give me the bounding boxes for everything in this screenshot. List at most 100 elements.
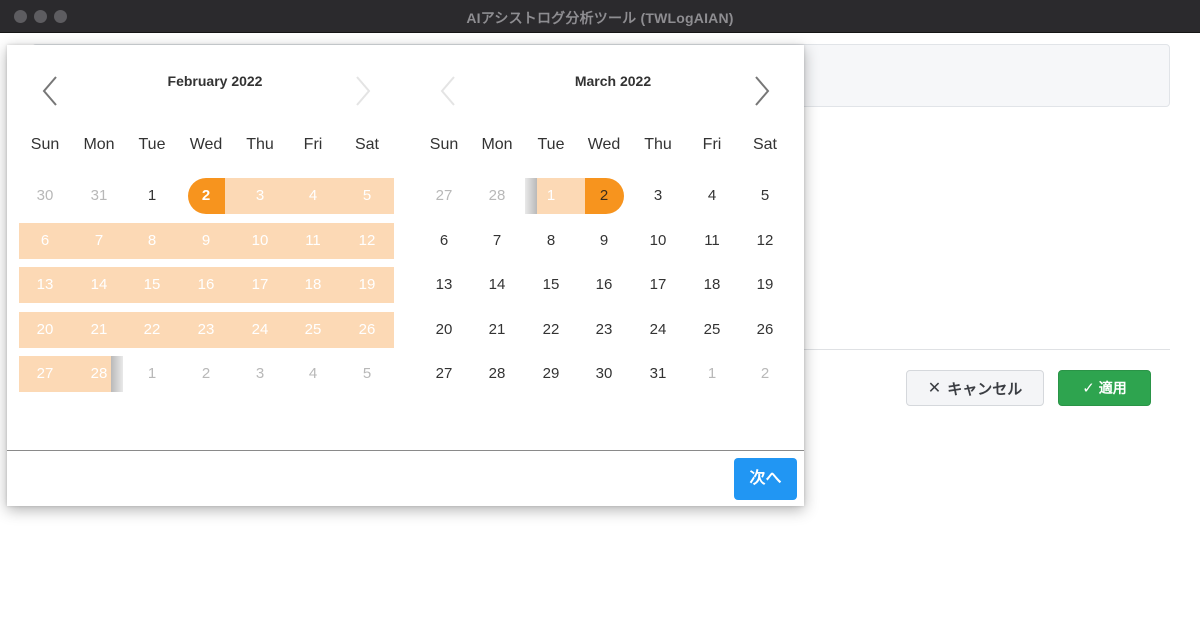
calendar-day[interactable]: 25 xyxy=(286,312,340,348)
calendar-day[interactable]: 5 xyxy=(340,356,394,392)
weekday-label: Wed xyxy=(587,136,621,153)
calendar-day[interactable]: 10 xyxy=(631,223,685,259)
calendar-day[interactable]: 24 xyxy=(233,312,287,348)
calendar-day-range-end[interactable]: 2 xyxy=(577,178,631,214)
calendar-day[interactable]: 18 xyxy=(286,267,340,303)
calendar-day[interactable]: 19 xyxy=(738,267,792,303)
apply-button-label: 適用 xyxy=(1098,380,1127,396)
calendar-day[interactable]: 8 xyxy=(125,223,179,259)
next-button[interactable]: 次へ xyxy=(734,458,797,500)
calendar-day[interactable]: 11 xyxy=(685,223,739,259)
calendar-day[interactable]: 1 xyxy=(524,178,578,214)
calendar-day[interactable]: 20 xyxy=(417,312,471,348)
apply-button[interactable]: ✓ 適用 xyxy=(1058,370,1151,406)
calendar-day[interactable]: 4 xyxy=(286,178,340,214)
calendar-day[interactable]: 30 xyxy=(18,178,72,214)
calendar-day[interactable]: 4 xyxy=(685,178,739,214)
calendar-day[interactable]: 26 xyxy=(738,312,792,348)
calendar-day[interactable]: 28 xyxy=(470,178,524,214)
weekday-label: Mon xyxy=(83,136,115,153)
calendar-day[interactable]: 2 xyxy=(738,356,792,392)
weekday-label: Sat xyxy=(752,136,777,153)
calendar-day[interactable]: 31 xyxy=(631,356,685,392)
weekday-label: Sun xyxy=(30,136,60,153)
calendar-day[interactable]: 9 xyxy=(179,223,233,259)
calendar-day[interactable]: 7 xyxy=(72,223,126,259)
left-month-title: February 2022 xyxy=(167,73,263,89)
calendar-day[interactable]: 24 xyxy=(631,312,685,348)
calendar-day[interactable]: 19 xyxy=(340,267,394,303)
calendar-day[interactable]: 28 xyxy=(72,356,126,392)
calendar-day[interactable]: 6 xyxy=(417,223,471,259)
calendar-day[interactable]: 4 xyxy=(286,356,340,392)
calendar-day[interactable]: 29 xyxy=(524,356,578,392)
calendar-day[interactable]: 1 xyxy=(685,356,739,392)
window-titlebar: AIアシストログ分析ツール (TWLogAIAN) xyxy=(0,0,1200,33)
calendar-day[interactable]: 12 xyxy=(738,223,792,259)
next-month-button[interactable] xyxy=(750,75,774,107)
calendar-day[interactable]: 13 xyxy=(18,267,72,303)
calendar-day[interactable]: 21 xyxy=(470,312,524,348)
calendar-day[interactable]: 14 xyxy=(470,267,524,303)
weekday-label: Fri xyxy=(303,136,323,153)
calendar-day[interactable]: 12 xyxy=(340,223,394,259)
calendar-day[interactable]: 23 xyxy=(577,312,631,348)
check-icon: ✓ xyxy=(1082,380,1095,397)
calendar-day[interactable]: 30 xyxy=(577,356,631,392)
calendar-day[interactable]: 27 xyxy=(417,178,471,214)
weekday-label: Tue xyxy=(138,136,166,153)
calendar-day[interactable]: 1 xyxy=(125,356,179,392)
calendar-day[interactable]: 8 xyxy=(524,223,578,259)
calendar-day[interactable]: 28 xyxy=(470,356,524,392)
calendar-day[interactable]: 26 xyxy=(340,312,394,348)
calendar-day[interactable]: 22 xyxy=(125,312,179,348)
calendar-day[interactable]: 25 xyxy=(685,312,739,348)
calendar-day[interactable]: 10 xyxy=(233,223,287,259)
weekday-label: Thu xyxy=(644,136,672,153)
calendar-day[interactable]: 23 xyxy=(179,312,233,348)
calendar-day[interactable]: 15 xyxy=(524,267,578,303)
calendar-day[interactable]: 5 xyxy=(340,178,394,214)
calendar-day[interactable]: 22 xyxy=(524,312,578,348)
calendar-day[interactable]: 1 xyxy=(125,178,179,214)
calendar-day[interactable]: 14 xyxy=(72,267,126,303)
chevron-right-icon xyxy=(755,76,770,106)
prev-month-button[interactable] xyxy=(38,75,62,107)
calendar-day[interactable]: 11 xyxy=(286,223,340,259)
window-title: AIアシストログ分析ツール (TWLogAIAN) xyxy=(466,10,734,26)
calendar-day[interactable]: 16 xyxy=(577,267,631,303)
calendar-day[interactable]: 20 xyxy=(18,312,72,348)
calendar-day[interactable]: 6 xyxy=(18,223,72,259)
calendar-day[interactable]: 21 xyxy=(72,312,126,348)
next-month-button-left-disabled xyxy=(351,75,375,107)
calendar-day[interactable]: 27 xyxy=(18,356,72,392)
cancel-button[interactable]: ✕ キャンセル xyxy=(906,370,1044,406)
calendar-day[interactable]: 2 xyxy=(179,356,233,392)
calendar-day[interactable]: 5 xyxy=(738,178,792,214)
weekday-label: Sun xyxy=(429,136,459,153)
chevron-left-icon xyxy=(440,76,455,106)
calendar-day-range-start[interactable]: 2 xyxy=(179,178,233,214)
weekday-label: Sat xyxy=(354,136,379,153)
calendar-day[interactable]: 18 xyxy=(685,267,739,303)
calendar-day[interactable]: 3 xyxy=(233,356,287,392)
prev-month-button-right-disabled xyxy=(436,75,460,107)
calendar-day[interactable]: 16 xyxy=(179,267,233,303)
right-month-title: March 2022 xyxy=(574,73,652,89)
calendar-day[interactable]: 3 xyxy=(233,178,287,214)
weekday-label: Thu xyxy=(246,136,274,153)
calendar-day[interactable]: 31 xyxy=(72,178,126,214)
calendar-day[interactable]: 15 xyxy=(125,267,179,303)
close-icon: ✕ xyxy=(927,380,942,397)
calendar-day[interactable]: 3 xyxy=(631,178,685,214)
calendar-day[interactable]: 17 xyxy=(631,267,685,303)
calendar-day[interactable]: 17 xyxy=(233,267,287,303)
weekday-label: Fri xyxy=(702,136,722,153)
calendar-day[interactable]: 27 xyxy=(417,356,471,392)
cancel-button-label: キャンセル xyxy=(947,380,1023,398)
chevron-left-icon xyxy=(42,76,57,106)
calendar-day[interactable]: 9 xyxy=(577,223,631,259)
calendar-day[interactable]: 13 xyxy=(417,267,471,303)
calendar-day[interactable]: 7 xyxy=(470,223,524,259)
picker-footer-divider xyxy=(7,450,804,451)
